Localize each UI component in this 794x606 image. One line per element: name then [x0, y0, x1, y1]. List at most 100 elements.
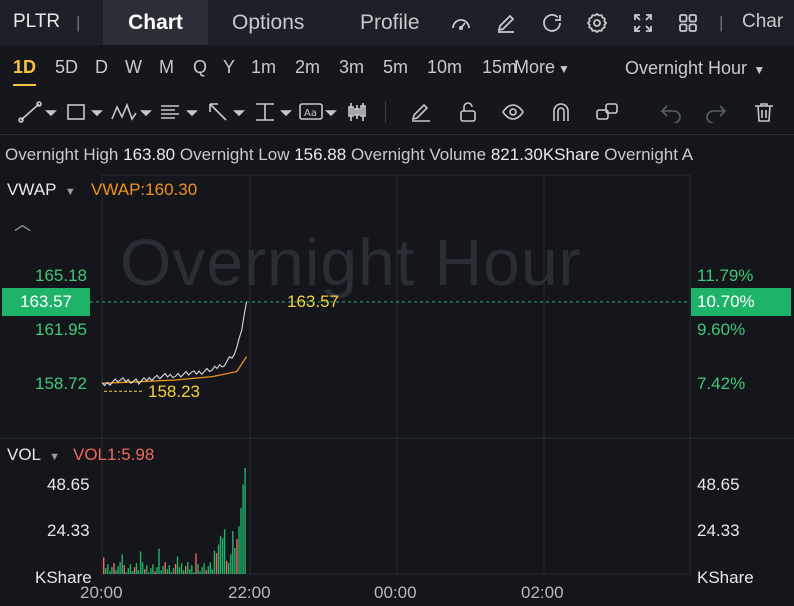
tab-profile[interactable]: Profile: [360, 0, 420, 45]
period-5m[interactable]: 5m: [383, 57, 408, 78]
volume-bar: [228, 563, 230, 574]
candlestick-tool-icon[interactable]: [345, 101, 369, 123]
divider: |: [76, 13, 81, 32]
volume-bar: [223, 529, 226, 574]
tab-chart[interactable]: Chart: [103, 0, 208, 45]
volume-bar: [234, 547, 236, 574]
fibonacci-tool-icon[interactable]: [158, 101, 200, 123]
redo-icon[interactable]: [704, 101, 728, 124]
period-y[interactable]: Y: [223, 57, 235, 78]
volume-bar: [182, 570, 185, 574]
volume-bar: [219, 535, 222, 574]
volume-bar: [144, 569, 146, 574]
ticker-symbol[interactable]: PLTR: [13, 11, 60, 33]
volume-bar: [209, 562, 211, 574]
volume-bar: [103, 557, 105, 574]
volume-bar: [221, 538, 224, 574]
trash-icon[interactable]: [752, 101, 776, 123]
price-plot: [90, 301, 690, 574]
volume-bar: [174, 564, 177, 574]
volume-bar: [168, 565, 170, 574]
period-q[interactable]: Q: [193, 57, 207, 78]
volume-bar: [111, 567, 113, 574]
period-15m[interactable]: 15m: [482, 57, 516, 78]
period-10m[interactable]: 10m: [427, 57, 462, 78]
volume-bar: [154, 571, 156, 574]
grid-icon[interactable]: [676, 11, 700, 35]
volume-bar: [141, 562, 144, 574]
pencil-icon[interactable]: [409, 101, 433, 123]
top-bar: PLTR | Chart Options Profile | Char: [0, 0, 794, 45]
volume-bar: [178, 567, 181, 574]
volume-bar: [164, 562, 166, 574]
volume-bar: [117, 566, 119, 574]
volume-bar: [238, 526, 240, 574]
eye-icon[interactable]: [501, 101, 525, 123]
volume-bar: [160, 570, 162, 574]
period-3m[interactable]: 3m: [339, 57, 364, 78]
tab-chart-secondary[interactable]: Char: [742, 11, 783, 33]
low-label: Overnight Low: [179, 145, 290, 164]
volume-value: 821.30KShare: [490, 145, 600, 164]
rectangle-tool-icon[interactable]: [64, 101, 104, 123]
volume-label: Overnight Volume: [350, 145, 487, 164]
volume-bar: [129, 564, 132, 574]
gauge-icon[interactable]: [449, 11, 473, 35]
volume-bar: [215, 553, 218, 574]
more-label: More: [514, 57, 556, 77]
volume-bar: [207, 566, 209, 574]
volume-bar: [195, 553, 197, 574]
period-m[interactable]: M: [159, 57, 174, 78]
volume-bar: [121, 554, 123, 574]
volume-bar: [137, 570, 140, 574]
volume-bar: [191, 565, 193, 574]
settings-icon[interactable]: [585, 11, 609, 35]
trend-line-tool-icon[interactable]: [18, 101, 58, 123]
link-icon[interactable]: [595, 101, 619, 123]
edit-icon[interactable]: [494, 11, 518, 35]
volume-bar: [113, 563, 115, 574]
arrow-tool-icon[interactable]: [206, 101, 246, 123]
tab-options[interactable]: Options: [232, 0, 304, 45]
volume-bar: [201, 567, 203, 574]
high-label: Overnight High: [5, 145, 119, 164]
period-1d[interactable]: 1D: [13, 57, 37, 86]
magnet-icon[interactable]: [549, 101, 573, 123]
volume-bar: [131, 571, 134, 574]
period-d[interactable]: D: [95, 57, 108, 78]
undo-icon[interactable]: [659, 101, 683, 124]
measure-tool-icon[interactable]: [253, 101, 293, 123]
period-w[interactable]: W: [125, 57, 142, 78]
volume-bar: [146, 565, 148, 574]
caret-down-icon: ▼: [750, 63, 766, 77]
text-tool-icon[interactable]: Aa: [298, 101, 338, 123]
volume-bar: [156, 567, 158, 574]
period-selector: 1D 5D D W M Q Y 1m 2m 3m 5m 10m 15m More…: [0, 45, 794, 89]
volume-bar: [244, 467, 246, 574]
pattern-tool-icon[interactable]: [110, 101, 154, 123]
volume-bar: [211, 569, 213, 574]
fullscreen-icon[interactable]: [631, 11, 655, 35]
volume-bar: [119, 562, 121, 574]
refresh-icon[interactable]: [540, 11, 564, 35]
price-line: [101, 301, 248, 387]
session-label: Overnight Hour: [625, 58, 748, 78]
truncated-label: Overnight A: [604, 145, 694, 164]
svg-text:Aa: Aa: [304, 108, 317, 119]
period-2m[interactable]: 2m: [295, 57, 320, 78]
period-5d[interactable]: 5D: [55, 57, 78, 78]
period-1m[interactable]: 1m: [251, 57, 276, 78]
volume-bar: [180, 563, 183, 574]
volume-bar: [166, 569, 168, 574]
volume-bar: [127, 568, 129, 574]
lock-icon[interactable]: [456, 101, 480, 123]
volume-bar: [125, 572, 127, 574]
divider: |: [719, 13, 724, 32]
session-dropdown[interactable]: Overnight Hour ▼: [625, 58, 765, 79]
chart-area[interactable]: Overnight Hour VWAP ▼ VWAP:160.30 ︿ 165.…: [0, 172, 794, 606]
volume-bar: [187, 562, 189, 574]
divider: [385, 101, 386, 123]
more-dropdown[interactable]: More ▼: [514, 57, 570, 78]
volume-bar: [172, 568, 175, 574]
volume-bar: [199, 571, 201, 574]
